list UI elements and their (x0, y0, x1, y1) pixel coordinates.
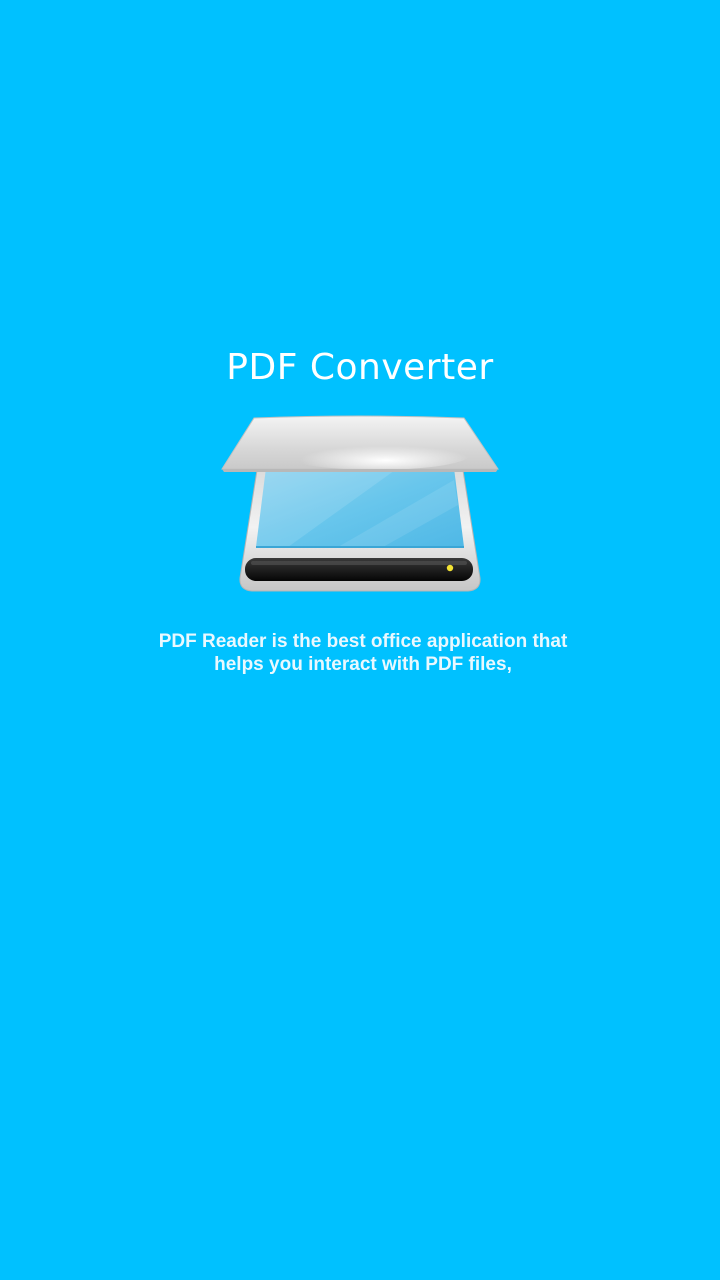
app-title: PDF Converter (226, 347, 494, 388)
tagline-text: PDF Reader is the best office applicatio… (158, 631, 568, 675)
scanner-icon (221, 415, 499, 592)
splash-screen: PDF Converter PDF Reader is the best off… (0, 0, 720, 1280)
